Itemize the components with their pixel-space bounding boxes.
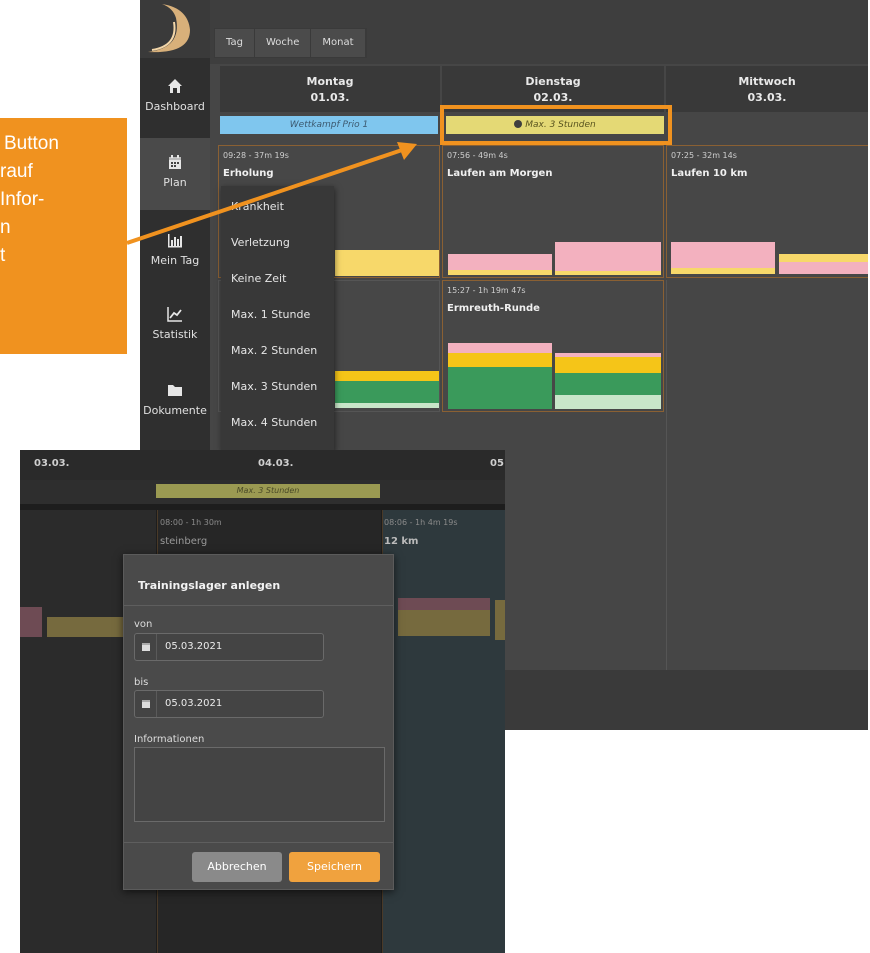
stage: Dashboard Plan Mein Tag Statistik Dokume… bbox=[0, 0, 870, 953]
callout-arrow bbox=[126, 142, 417, 245]
